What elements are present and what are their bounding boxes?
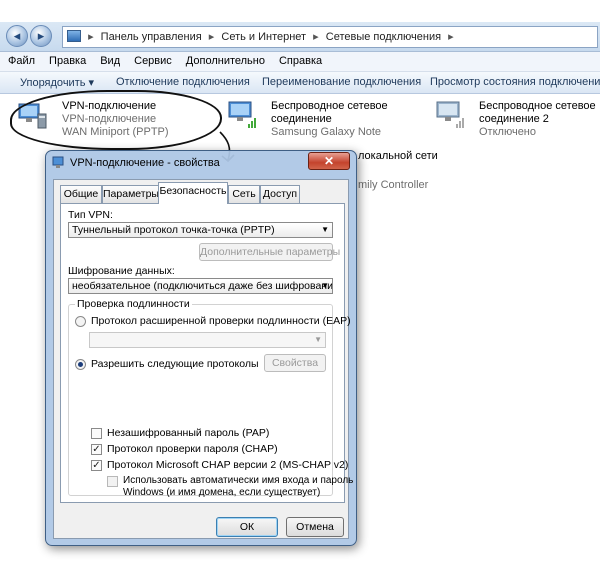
menu-help[interactable]: Справка	[271, 52, 328, 67]
connection-lan-partial[interactable]: локальной сети mily Controller	[358, 150, 438, 192]
menu-bar: Файл Правка Вид Сервис Дополнительно Справка	[0, 52, 600, 72]
vpn-type-label: Тип VPN:	[68, 209, 113, 221]
close-button[interactable]: ✕	[308, 152, 350, 170]
wireless-connection-icon	[228, 101, 256, 128]
auto-logon-checkbox[interactable]	[107, 476, 118, 487]
address-bar: ◂ ▸ ▸ Панель управления ▸ Сеть и Интерне…	[0, 22, 600, 52]
allow-protocols-radio[interactable]	[75, 359, 86, 370]
chap-label: Протокол проверки пароля (CHAP)	[107, 443, 278, 455]
encryption-select[interactable]: необязательное (подключиться даже без ши…	[68, 278, 333, 294]
auto-logon-label-cont: Windows (и имя домена, если существует)	[123, 487, 321, 498]
tab-security[interactable]: Безопасность	[158, 182, 228, 204]
eap-method-select[interactable]: ▼	[89, 332, 326, 348]
properties-button[interactable]: Свойства	[264, 354, 326, 372]
back-button[interactable]: ◂	[6, 25, 28, 47]
auth-group-label: Проверка подлинности	[75, 298, 192, 310]
chevron-down-icon: ▼	[321, 225, 329, 234]
breadcrumb-network-connections[interactable]: Сетевые подключения	[326, 31, 441, 43]
security-tab-panel: Тип VPN: Туннельный протокол точка-точка…	[60, 203, 353, 503]
allow-protocols-label: Разрешить следующие протоколы	[91, 358, 259, 370]
menu-file[interactable]: Файл	[0, 52, 41, 67]
menu-view[interactable]: Вид	[92, 52, 126, 67]
forward-button[interactable]: ▸	[30, 25, 52, 47]
wifi1-name: Беспроводное сетевое	[271, 100, 388, 112]
menu-edit[interactable]: Правка	[41, 52, 92, 67]
wifi2-name-cont: соединение 2	[479, 113, 549, 125]
menu-tools[interactable]: Сервис	[126, 52, 178, 67]
tab-sharing[interactable]: Доступ	[260, 185, 300, 203]
ok-button[interactable]: ОК	[216, 517, 278, 537]
wireless-connection-disabled-icon	[436, 101, 464, 128]
wifi1-device: Samsung Galaxy Note	[271, 126, 382, 138]
menu-advanced[interactable]: Дополнительно	[178, 52, 271, 67]
vpn-properties-dialog: VPN-подключение - свойства ✕ Общие Парам…	[45, 150, 357, 546]
mschap-checkbox[interactable]: ✓	[91, 460, 102, 471]
advanced-settings-button[interactable]: Дополнительные параметры	[199, 243, 340, 261]
wifi1-name-cont: соединение	[271, 113, 332, 125]
chevron-down-icon: ▼	[314, 335, 322, 344]
breadcrumb-sep: ▸	[88, 31, 94, 43]
breadcrumb-control-panel[interactable]: Панель управления	[101, 31, 202, 43]
lan-device-partial: mily Controller	[358, 179, 429, 191]
encryption-value: необязательное (подключиться даже без ши…	[72, 280, 333, 292]
breadcrumb-sep: ▸	[208, 31, 215, 43]
wifi2-name: Беспроводное сетевое	[479, 100, 596, 112]
vpn-type-select[interactable]: Туннельный протокол точка-точка (PPTP) ▼	[68, 222, 333, 238]
eap-radio[interactable]	[75, 316, 86, 327]
pap-label: Незашифрованный пароль (PAP)	[107, 427, 270, 439]
vpn-type-value: Туннельный протокол точка-точка (PPTP)	[72, 224, 275, 236]
address-field[interactable]: ▸ Панель управления ▸ Сеть и Интернет ▸ …	[62, 26, 598, 48]
pap-checkbox[interactable]	[91, 428, 102, 439]
dialog-title: VPN-подключение - свойства	[70, 157, 220, 169]
tab-general[interactable]: Общие	[60, 185, 102, 203]
tab-network[interactable]: Сеть	[228, 185, 260, 203]
network-icon	[52, 156, 64, 168]
encryption-label: Шифрование данных:	[68, 265, 175, 277]
auto-logon-label: Использовать автоматически имя входа и п…	[123, 475, 354, 486]
dialog-body: Общие Параметры Безопасность Сеть Доступ…	[53, 179, 353, 539]
chevron-down-icon: ▼	[321, 281, 329, 290]
disconnect-button[interactable]: Отключение подключения	[116, 76, 250, 88]
annotation-circle	[10, 90, 222, 150]
chap-checkbox[interactable]: ✓	[91, 444, 102, 455]
organize-button[interactable]: Упорядочить ▾	[20, 76, 94, 89]
rename-button[interactable]: Переименование подключения	[262, 76, 421, 88]
lan-name-partial: локальной сети	[358, 150, 438, 162]
tab-options[interactable]: Параметры	[102, 185, 160, 203]
mschap-label: Протокол Microsoft CHAP версии 2 (MS-CHA…	[107, 459, 349, 471]
cancel-button[interactable]: Отмена	[286, 517, 344, 537]
wifi2-status: Отключено	[479, 126, 536, 138]
control-panel-icon	[67, 30, 81, 42]
eap-radio-label: Протокол расширенной проверки подлинност…	[91, 315, 351, 327]
breadcrumb-network-internet[interactable]: Сеть и Интернет	[221, 31, 306, 43]
view-status-button[interactable]: Просмотр состояния подключения	[430, 76, 600, 88]
breadcrumb-sep: ▸	[448, 31, 454, 43]
breadcrumb-sep: ▸	[313, 31, 319, 43]
